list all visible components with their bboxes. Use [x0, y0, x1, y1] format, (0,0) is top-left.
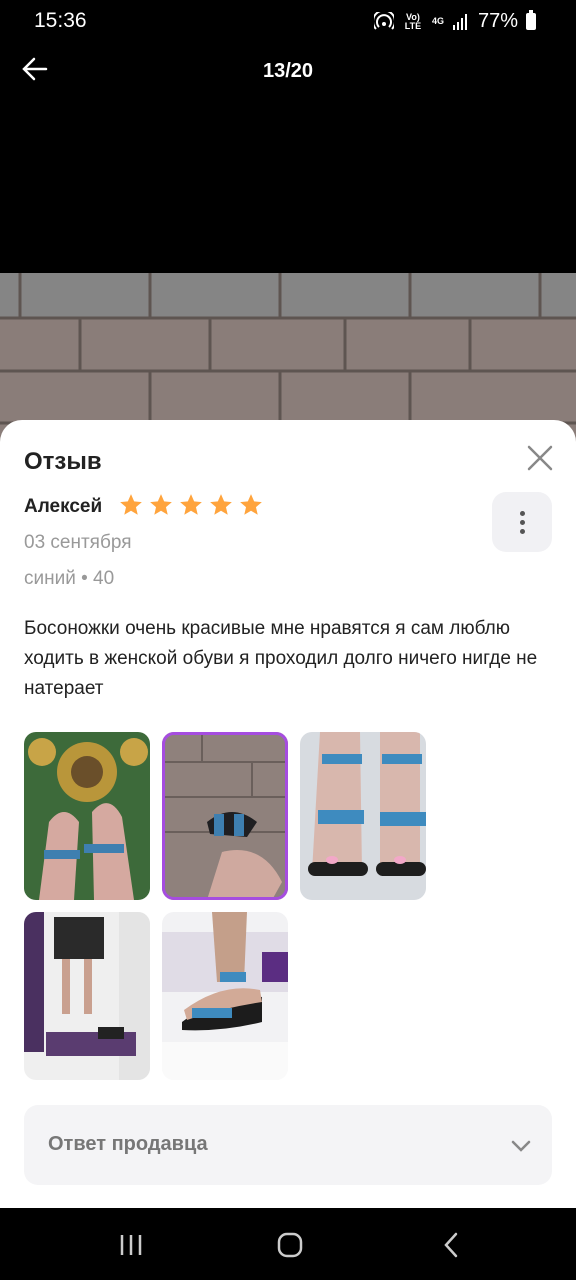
- seller-answer-label: Ответ продавца: [48, 1133, 208, 1155]
- review-photo-thumb[interactable]: [162, 912, 288, 1080]
- recent-apps-icon[interactable]: [116, 1230, 146, 1260]
- star-icon: [180, 494, 202, 515]
- review-photo-thumb[interactable]: [24, 912, 150, 1080]
- review-sheet: Отзыв Алексей 03 сентября синий • 40 Бос…: [0, 420, 576, 1208]
- back-nav-icon[interactable]: [437, 1230, 467, 1260]
- hotspot-icon: [373, 11, 394, 30]
- status-icons: Vo) LTE 4G 77%: [373, 10, 536, 33]
- status-time: 15:36: [34, 9, 87, 32]
- volte-icon: Vo) LTE: [404, 11, 422, 31]
- chevron-down-icon: [511, 1140, 531, 1152]
- review-photo-thumb[interactable]: [300, 732, 426, 900]
- more-dot: [519, 519, 525, 525]
- review-date: 03 сентября: [24, 532, 132, 553]
- status-bar: 15:36 Vo) LTE 4G 77%: [0, 0, 576, 42]
- star-icon: [120, 494, 142, 515]
- pavement-image: [0, 273, 576, 443]
- review-photo[interactable]: [0, 273, 576, 443]
- battery-icon: [526, 10, 536, 30]
- home-icon[interactable]: [275, 1230, 305, 1260]
- image-counter: 13/20: [262, 60, 314, 82]
- sheet-title: Отзыв: [24, 448, 102, 475]
- seller-answer-expander[interactable]: Ответ продавца: [24, 1105, 552, 1185]
- close-icon[interactable]: [526, 444, 554, 472]
- network-type-icon: 4G: [431, 16, 444, 26]
- more-dot: [519, 528, 525, 534]
- battery-percent: 77%: [477, 10, 518, 32]
- gallery-header: 13/20: [0, 42, 576, 102]
- star-icon: [150, 494, 172, 515]
- rating-stars: [118, 492, 264, 518]
- review-photo-thumb[interactable]: [24, 732, 150, 900]
- signal-icon: [452, 13, 467, 30]
- system-nav-bar: [0, 1208, 576, 1280]
- more-options-button[interactable]: [492, 492, 552, 552]
- product-variant: синий • 40: [24, 568, 115, 589]
- review-text: Босоножки очень красивые мне нравятся я …: [24, 618, 538, 699]
- review-author: Алексей: [24, 496, 103, 517]
- review-photo-thumb-selected[interactable]: [162, 732, 288, 900]
- star-icon: [210, 494, 232, 515]
- star-icon: [240, 494, 262, 515]
- more-vertical-icon: [519, 510, 525, 516]
